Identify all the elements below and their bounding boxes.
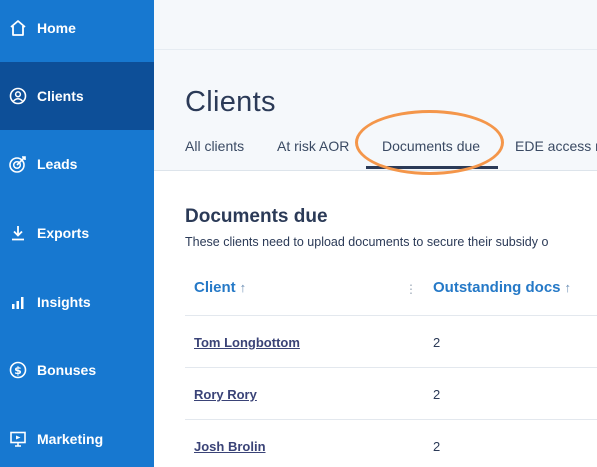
column-header-label: Client — [194, 279, 236, 296]
sidebar-item-bonuses[interactable]: $ Bonuses — [0, 336, 154, 404]
client-link[interactable]: Rory Rory — [194, 387, 257, 402]
top-bar — [154, 0, 597, 50]
target-icon — [8, 154, 28, 174]
outstanding-docs-value: 2 — [433, 387, 441, 402]
outstanding-docs-value: 2 — [433, 439, 441, 454]
sidebar-item-label: Home — [37, 20, 76, 36]
column-header-label: Outstanding docs — [433, 279, 561, 296]
sidebar-item-label: Marketing — [37, 431, 104, 447]
row-divider — [185, 315, 597, 316]
sidebar-item-clients[interactable]: Clients — [0, 62, 154, 130]
sidebar-item-label: Clients — [37, 88, 84, 104]
sidebar: Home Clients Leads Exports Insights $ Bo… — [0, 0, 154, 467]
sidebar-item-leads[interactable]: Leads — [0, 130, 154, 198]
sidebar-item-exports[interactable]: Exports — [0, 199, 154, 267]
row-divider — [185, 419, 597, 420]
bar-chart-icon — [8, 292, 28, 312]
main-content: Clients All clients At risk AOR Document… — [154, 0, 597, 467]
tab-ede-access[interactable]: EDE access re — [515, 138, 597, 154]
svg-text:$: $ — [14, 364, 22, 377]
row-divider — [185, 367, 597, 368]
active-tab-indicator — [366, 166, 498, 169]
section-title: Documents due — [185, 206, 328, 227]
tab-documents-due[interactable]: Documents due — [382, 138, 480, 154]
download-icon — [8, 223, 28, 243]
column-menu-icon[interactable]: ⋮ — [405, 282, 417, 296]
presentation-icon — [8, 429, 28, 449]
column-header-client[interactable]: Client ↑ — [194, 279, 246, 296]
client-link[interactable]: Tom Longbottom — [194, 335, 300, 350]
section-description: These clients need to upload documents t… — [185, 235, 549, 249]
sidebar-item-label: Leads — [37, 156, 78, 172]
sort-arrow-icon: ↑ — [239, 280, 247, 295]
tab-at-risk-aor[interactable]: At risk AOR — [277, 138, 349, 154]
user-icon — [8, 86, 28, 106]
page-title: Clients — [185, 86, 276, 118]
dollar-icon: $ — [8, 360, 28, 380]
outstanding-docs-value: 2 — [433, 335, 441, 350]
column-header-outstanding-docs[interactable]: Outstanding docs ↑ — [433, 279, 571, 296]
client-link[interactable]: Josh Brolin — [194, 439, 266, 454]
tab-all-clients[interactable]: All clients — [185, 138, 244, 154]
sidebar-item-label: Exports — [37, 225, 90, 241]
sidebar-item-label: Bonuses — [37, 362, 97, 378]
sidebar-item-home[interactable]: Home — [0, 0, 154, 62]
page-header: Clients All clients At risk AOR Document… — [154, 50, 597, 175]
sidebar-item-marketing[interactable]: Marketing — [0, 405, 154, 467]
sort-arrow-icon: ↑ — [564, 280, 572, 295]
sidebar-item-insights[interactable]: Insights — [0, 268, 154, 336]
sidebar-item-label: Insights — [37, 294, 91, 310]
home-icon — [8, 18, 28, 38]
